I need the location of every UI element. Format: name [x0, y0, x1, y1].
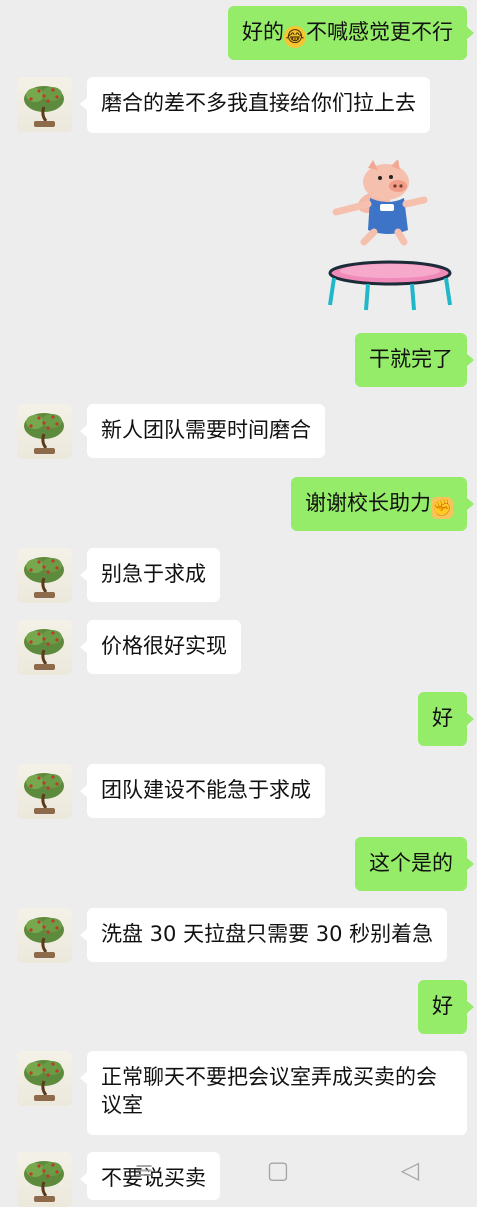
menu-icon[interactable]: ≡: [131, 1157, 157, 1183]
message-row: 新人团队需要时间磨合: [0, 404, 477, 459]
avatar[interactable]: [17, 1152, 72, 1207]
bonsai-tree-icon: [24, 773, 64, 814]
message-bubble-self[interactable]: 好: [418, 980, 474, 1034]
message-row: 正常聊天不要把会议室弄成买卖的会议室: [0, 1051, 477, 1135]
message-bubble-other[interactable]: 别急于求成: [80, 548, 220, 602]
avatar[interactable]: [17, 620, 72, 675]
message-text: 好: [432, 994, 453, 1018]
message-text: 磨合的差不多我直接给你们拉上去: [101, 91, 416, 115]
message-row: 别急于求成: [0, 548, 477, 603]
message-text: 团队建设不能急于求成: [101, 778, 311, 802]
message-row: 洗盘 30 天拉盘只需要 30 秒别着急: [0, 908, 477, 963]
message-text: 干就完了: [369, 347, 453, 371]
message-row: 团队建设不能急于求成: [0, 764, 477, 819]
message-text: 新人团队需要时间磨合: [101, 418, 311, 442]
avatar[interactable]: [17, 548, 72, 603]
message-row: 谢谢校长助力✊: [0, 477, 477, 531]
avatar[interactable]: [17, 404, 72, 459]
message-row: 好的 😂不喊感觉更不行: [0, 6, 477, 60]
message-bubble-other[interactable]: 磨合的差不多我直接给你们拉上去: [80, 77, 430, 133]
message-row: 干就完了: [0, 333, 477, 387]
message-row: 好: [0, 692, 477, 746]
pig-sticker-icon: [328, 159, 452, 311]
fist-emoji-icon: ✊: [431, 497, 453, 519]
message-bubble-other[interactable]: 洗盘 30 天拉盘只需要 30 秒别着急: [79, 908, 448, 962]
message-text: 谢谢校长助力: [305, 491, 431, 515]
bonsai-tree-icon: [24, 1060, 64, 1101]
message-text: 好的: [242, 20, 284, 44]
message-text: 正常聊天不要把会议室弄成买卖的会议室: [101, 1065, 437, 1117]
bonsai-tree-icon: [24, 413, 64, 454]
message-bubble-other[interactable]: 团队建设不能急于求成: [80, 764, 325, 818]
message-row: 磨合的差不多我直接给你们拉上去: [0, 77, 477, 133]
message-text: 不喊感觉更不行: [306, 20, 453, 44]
message-bubble-self[interactable]: 干就完了: [355, 333, 474, 387]
bonsai-tree-icon: [24, 917, 64, 958]
message-bubble-other[interactable]: 正常聊天不要把会议室弄成买卖的会议室: [80, 1051, 467, 1135]
message-text: 好: [432, 706, 453, 730]
back-icon[interactable]: ◁: [397, 1157, 423, 1183]
message-row: 这个是的: [0, 837, 477, 891]
bonsai-tree-icon: [24, 86, 64, 127]
bonsai-tree-icon: [24, 1161, 64, 1202]
message-bubble-other[interactable]: 新人团队需要时间磨合: [80, 404, 325, 458]
message-text: 洗盘 30 天拉盘只需要 30 秒别着急: [101, 922, 434, 946]
message-bubble-other[interactable]: 价格很好实现: [80, 620, 241, 674]
avatar[interactable]: [17, 764, 72, 819]
message-bubble-self[interactable]: 好的 😂不喊感觉更不行: [228, 6, 474, 60]
message-text: 价格很好实现: [101, 634, 227, 658]
message-row: 价格很好实现: [0, 620, 477, 675]
home-icon[interactable]: ▢: [265, 1157, 291, 1183]
message-text: 这个是的: [369, 851, 453, 875]
avatar[interactable]: [17, 1051, 72, 1106]
message-bubble-self[interactable]: 这个是的: [355, 837, 474, 891]
message-row: 好: [0, 980, 477, 1034]
pig-trampoline-sticker[interactable]: [328, 159, 453, 320]
message-text: 别急于求成: [101, 562, 206, 586]
avatar[interactable]: [17, 908, 72, 963]
bonsai-tree-icon: [24, 629, 64, 670]
laughing-emoji-icon: 😂: [284, 26, 306, 48]
avatar[interactable]: [17, 77, 72, 132]
message-bubble-self[interactable]: 谢谢校长助力✊: [291, 477, 474, 531]
bonsai-tree-icon: [24, 557, 64, 598]
message-bubble-self[interactable]: 好: [418, 692, 474, 746]
